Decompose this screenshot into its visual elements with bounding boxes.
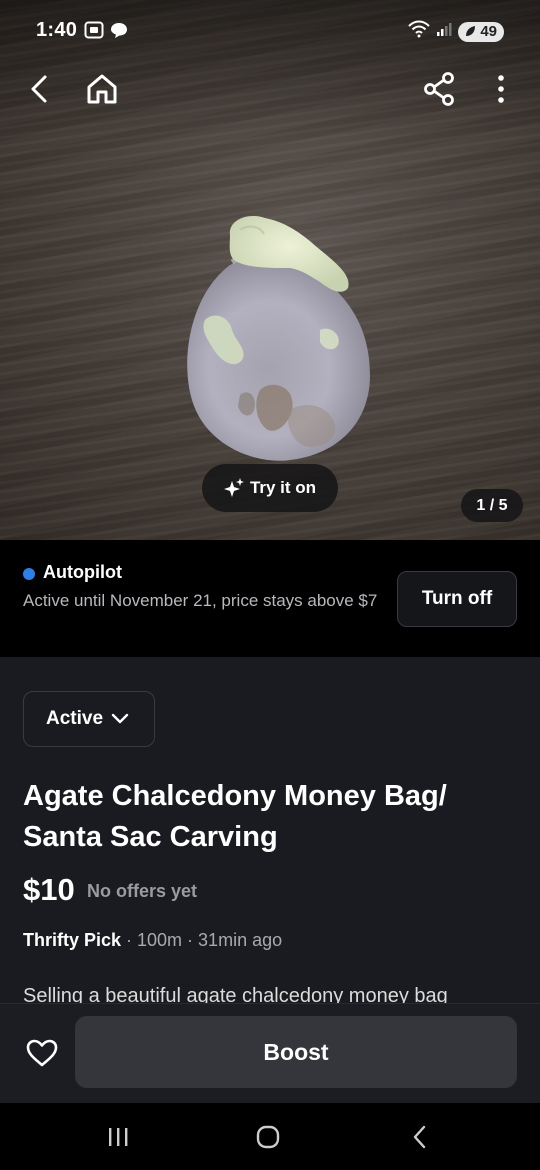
boost-button[interactable]: Boost <box>75 1016 517 1088</box>
autopilot-title: Autopilot <box>43 562 122 582</box>
try-it-on-label: Try it on <box>249 478 317 497</box>
screenshot-icon <box>84 21 104 44</box>
system-home-button[interactable] <box>250 1120 286 1154</box>
recents-icon <box>109 1128 128 1146</box>
home-icon <box>87 74 117 104</box>
battery-level: 49 <box>480 22 497 40</box>
listing-status-dropdown[interactable]: Active <box>23 691 155 747</box>
status-time: 1:40 <box>36 19 78 41</box>
battery-icon: 49 <box>458 21 504 42</box>
system-back-button[interactable] <box>402 1120 438 1154</box>
chat-bubble-icon <box>110 21 128 44</box>
listing-title: Agate Chalcedony Money Bag/ Santa Sac Ca… <box>23 780 447 853</box>
status-bar: 1:40 49 <box>0 0 540 62</box>
wifi-icon <box>408 20 431 43</box>
more-button[interactable] <box>486 70 516 108</box>
turn-off-button[interactable]: Turn off <box>397 571 517 627</box>
chevron-down-icon <box>111 713 129 724</box>
listing-status-label: Active <box>46 708 104 729</box>
back-button[interactable] <box>20 70 58 108</box>
seller-name[interactable]: Thrifty Pick <box>23 930 121 950</box>
try-it-on-button[interactable]: Try it on <box>202 464 338 512</box>
favorite-button[interactable] <box>24 1035 60 1071</box>
signal-icon <box>436 21 452 42</box>
system-back-icon <box>413 1125 426 1149</box>
agate-money-bag-image <box>187 215 370 461</box>
recents-button[interactable] <box>100 1120 136 1154</box>
listing-price: $10 <box>23 872 75 907</box>
listing-meta: · 100m · 31min ago <box>121 930 283 950</box>
home-button[interactable] <box>82 70 122 108</box>
heart-icon <box>26 1039 58 1067</box>
sparkle-icon <box>223 478 244 497</box>
seller-row: Thrifty Pick · 100m · 31min ago <box>23 930 282 951</box>
share-icon <box>424 72 454 106</box>
more-icon <box>498 75 504 103</box>
offers-status: No offers yet <box>87 881 198 901</box>
photo-counter: 1 / 5 <box>461 489 523 522</box>
back-icon <box>31 75 47 103</box>
home-circle-icon <box>256 1125 280 1149</box>
share-button[interactable] <box>420 70 458 108</box>
listing-photo[interactable]: 1:40 49 Try it on 1 / 5 <box>0 0 540 540</box>
autopilot-status-dot <box>23 568 35 580</box>
autopilot-description: Active until November 21, price stays ab… <box>23 591 378 610</box>
